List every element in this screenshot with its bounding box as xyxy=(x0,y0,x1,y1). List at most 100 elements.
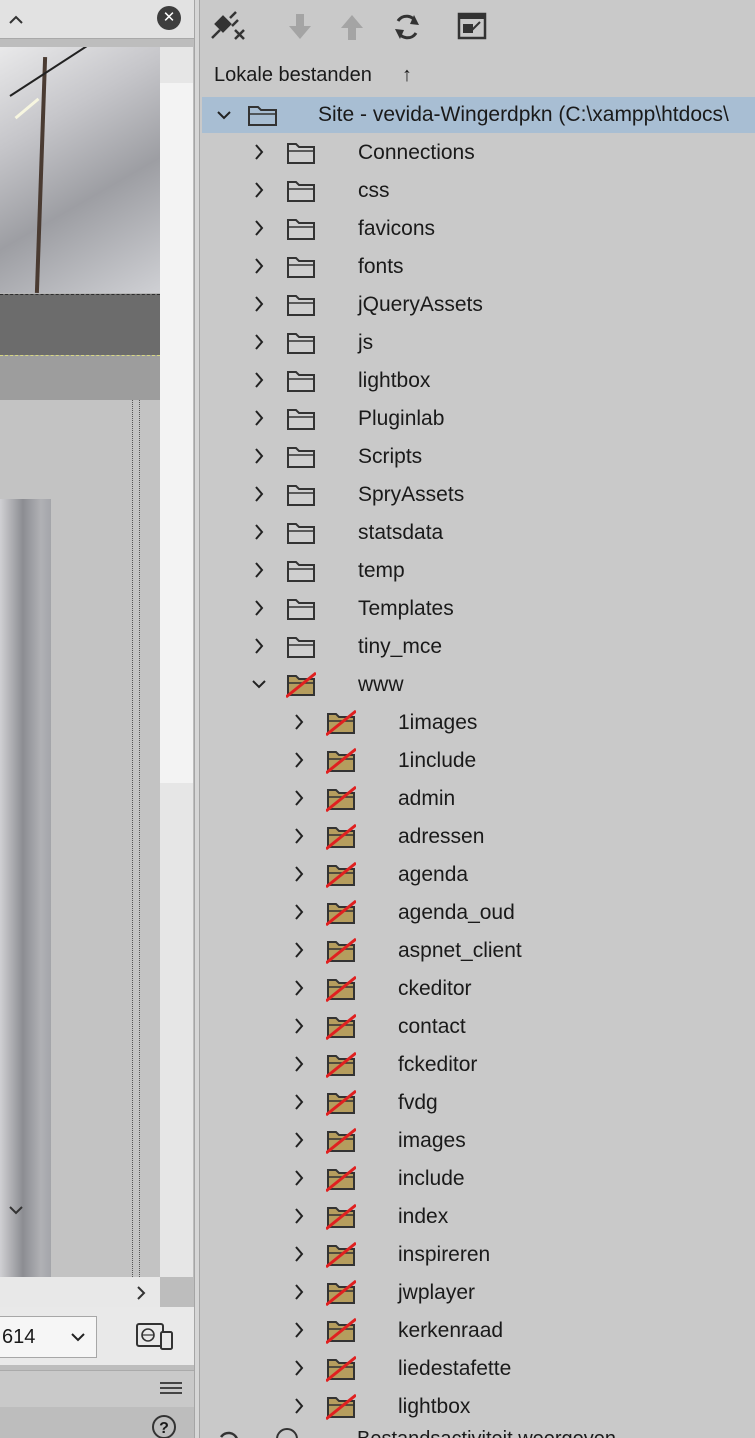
tree-row-tiny_mce[interactable]: tiny_mce xyxy=(200,629,755,665)
help-icon[interactable]: ? xyxy=(152,1415,176,1438)
tree-row-statsdata[interactable]: statsdata xyxy=(200,515,755,551)
tree-row-www-inspireren[interactable]: inspireren xyxy=(200,1237,755,1273)
tree-row-scripts[interactable]: Scripts xyxy=(200,439,755,475)
chevron-right-icon[interactable] xyxy=(290,748,308,772)
chevron-down-icon[interactable] xyxy=(250,672,268,696)
tree-row-pluginlab[interactable]: Pluginlab xyxy=(200,401,755,437)
tree-row-www-adressen[interactable]: adressen xyxy=(200,819,755,855)
chevron-right-icon[interactable] xyxy=(290,1356,308,1380)
tree-row-favicons[interactable]: favicons xyxy=(200,211,755,247)
chevron-right-icon[interactable] xyxy=(290,862,308,886)
window-size-select[interactable]: 614 xyxy=(0,1316,97,1358)
tree-row-www-ckeditor[interactable]: ckeditor xyxy=(200,971,755,1007)
tree-row-js[interactable]: js xyxy=(200,325,755,361)
tree-row-www-fvdg[interactable]: fvdg xyxy=(200,1085,755,1121)
chevron-right-icon[interactable] xyxy=(290,1166,308,1190)
tree-row-templates[interactable]: Templates xyxy=(200,591,755,627)
excluded-folder-icon xyxy=(325,1165,357,1193)
scroll-right-icon[interactable] xyxy=(131,1283,151,1303)
chevron-right-icon[interactable] xyxy=(250,482,268,506)
tree-row-www-contact[interactable]: contact xyxy=(200,1009,755,1045)
chevron-right-icon[interactable] xyxy=(290,1318,308,1342)
tree-row-label: adressen xyxy=(398,825,485,848)
chevron-right-icon[interactable] xyxy=(290,976,308,1000)
expand-panel-icon[interactable] xyxy=(456,10,490,44)
tree-row-www-kerkenraad[interactable]: kerkenraad xyxy=(200,1313,755,1349)
chevron-right-icon[interactable] xyxy=(290,1090,308,1114)
chevron-right-icon[interactable] xyxy=(290,1128,308,1152)
tree-row-www-lightbox[interactable]: lightbox xyxy=(200,1389,755,1425)
chevron-right-icon[interactable] xyxy=(290,1204,308,1228)
excluded-folder-icon xyxy=(325,823,357,851)
chevron-right-icon[interactable] xyxy=(290,1242,308,1266)
vertical-scrollbar[interactable] xyxy=(160,47,193,1277)
design-canvas[interactable] xyxy=(0,47,160,1277)
globe-icon[interactable] xyxy=(274,1426,300,1438)
tree-row-label: Connections xyxy=(358,141,475,164)
file-activity-link[interactable]: Bestandsactiviteit weergeven xyxy=(357,1428,616,1438)
chevron-right-icon[interactable] xyxy=(290,1014,308,1038)
tree-row-label: Scripts xyxy=(358,445,423,468)
tree-row-www[interactable]: www xyxy=(200,667,755,703)
chevron-right-icon[interactable] xyxy=(250,140,268,164)
sub-nav-band xyxy=(0,355,160,401)
tree-row-www-jwplayer[interactable]: jwplayer xyxy=(200,1275,755,1311)
put-file-icon[interactable] xyxy=(338,10,372,44)
chevron-right-icon[interactable] xyxy=(250,634,268,658)
chevron-right-icon[interactable] xyxy=(250,254,268,278)
close-document-button[interactable]: ✕ xyxy=(157,6,181,30)
site-folder-icon xyxy=(247,102,279,133)
refresh-icon[interactable] xyxy=(392,10,426,44)
chevron-right-icon[interactable] xyxy=(290,824,308,848)
tree-row-www-1include[interactable]: 1include xyxy=(200,743,755,779)
tree-row-www-aspnet_client[interactable]: aspnet_client xyxy=(200,933,755,969)
local-files-header[interactable]: Lokale bestanden xyxy=(214,64,372,87)
tree-root-row[interactable]: Site - vevida-Wingerdpkn (C:\xampp\htdoc… xyxy=(202,97,755,133)
tree-row-www-index[interactable]: index xyxy=(200,1199,755,1235)
chevron-right-icon[interactable] xyxy=(290,710,308,734)
scrollbar-thumb[interactable] xyxy=(160,83,193,783)
chevron-right-icon[interactable] xyxy=(250,330,268,354)
chevron-right-icon[interactable] xyxy=(250,368,268,392)
sort-ascending-icon[interactable]: ↑ xyxy=(402,64,412,87)
chevron-right-icon[interactable] xyxy=(290,900,308,924)
chevron-right-icon[interactable] xyxy=(250,596,268,620)
tree-row-www-admin[interactable]: admin xyxy=(200,781,755,817)
chevron-right-icon[interactable] xyxy=(290,1052,308,1076)
chevron-right-icon[interactable] xyxy=(290,938,308,962)
chevron-right-icon[interactable] xyxy=(250,444,268,468)
tree-row-css[interactable]: css xyxy=(200,173,755,209)
tree-row-www-images[interactable]: images xyxy=(200,1123,755,1159)
tree-row-www-include[interactable]: include xyxy=(200,1161,755,1197)
tree-row-lightbox[interactable]: lightbox xyxy=(200,363,755,399)
tree-row-www-agenda[interactable]: agenda xyxy=(200,857,755,893)
tree-row-spryassets[interactable]: SpryAssets xyxy=(200,477,755,513)
device-preview-icon[interactable] xyxy=(134,1321,176,1353)
tree-row-www-1images[interactable]: 1images xyxy=(200,705,755,741)
tree-row-www-liedestafette[interactable]: liedestafette xyxy=(200,1351,755,1387)
tree-row-connections[interactable]: Connections xyxy=(200,135,755,171)
scroll-up-icon[interactable] xyxy=(6,10,26,30)
sync-icon[interactable] xyxy=(216,1428,242,1438)
chevron-right-icon[interactable] xyxy=(250,406,268,430)
scroll-down-icon[interactable] xyxy=(6,1200,26,1220)
tree-row-fonts[interactable]: fonts xyxy=(200,249,755,285)
connect-icon[interactable] xyxy=(208,10,245,44)
chevron-right-icon[interactable] xyxy=(250,178,268,202)
get-file-icon[interactable] xyxy=(286,10,320,44)
chevron-right-icon[interactable] xyxy=(250,292,268,316)
chevron-right-icon[interactable] xyxy=(250,520,268,544)
folder-icon xyxy=(286,406,316,432)
chevron-right-icon[interactable] xyxy=(290,786,308,810)
tree-row-jqueryassets[interactable]: jQueryAssets xyxy=(200,287,755,323)
chevron-down-icon[interactable] xyxy=(214,103,234,132)
chevron-right-icon[interactable] xyxy=(250,558,268,582)
tree-row-www-agenda_oud[interactable]: agenda_oud xyxy=(200,895,755,931)
panel-menu-icon[interactable] xyxy=(160,1381,182,1395)
chevron-right-icon[interactable] xyxy=(290,1280,308,1304)
tree-row-www-fckeditor[interactable]: fckeditor xyxy=(200,1047,755,1083)
chevron-right-icon[interactable] xyxy=(290,1394,308,1418)
tree-row-temp[interactable]: temp xyxy=(200,553,755,589)
excluded-folder-icon xyxy=(325,1393,357,1421)
chevron-right-icon[interactable] xyxy=(250,216,268,240)
